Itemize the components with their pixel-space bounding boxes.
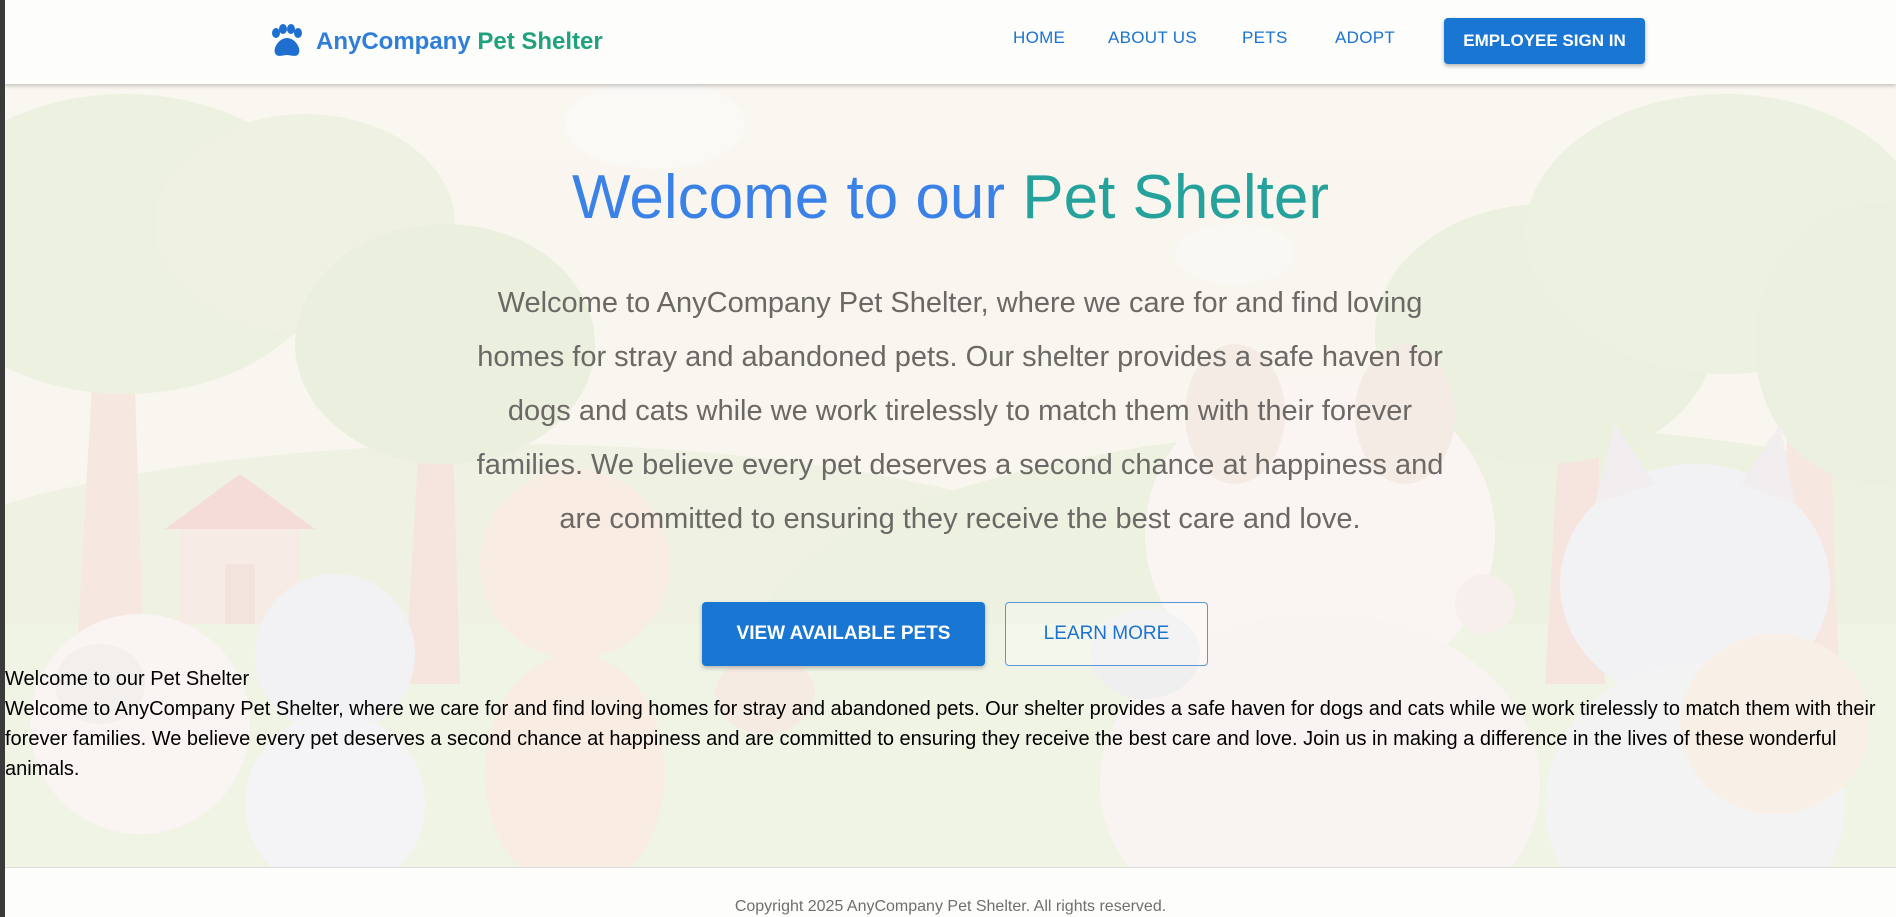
hero-title: Welcome to our Pet Shelter [5, 162, 1896, 233]
unstyled-content: Welcome to our Pet Shelter Welcome to An… [5, 664, 1890, 784]
view-available-pets-button[interactable]: VIEW AVAILABLE PETS [702, 602, 985, 666]
nav-adopt[interactable]: ADOPT [1335, 28, 1395, 48]
hero-title-part1: Welcome to our [572, 163, 1006, 232]
learn-more-button[interactable]: LEARN MORE [1005, 602, 1208, 666]
page: AnyCompany Pet Shelter HOME ABOUT US PET… [5, 0, 1896, 917]
paw-icon [272, 24, 302, 56]
brand-name-part1: AnyCompany [316, 28, 471, 55]
copyright-text: Copyright 2025 AnyCompany Pet Shelter. A… [734, 898, 1167, 915]
brand-name: AnyCompany Pet Shelter [316, 28, 603, 56]
unstyled-body: Welcome to AnyCompany Pet Shelter, where… [5, 698, 1876, 780]
hero-description: Welcome to AnyCompany Pet Shelter, where… [476, 287, 1444, 535]
site-footer: Copyright 2025 AnyCompany Pet Shelter. A… [5, 867, 1896, 917]
site-header: AnyCompany Pet Shelter HOME ABOUT US PET… [5, 0, 1896, 84]
hero-title-part2: Pet Shelter [1022, 163, 1329, 232]
nav-home[interactable]: HOME [1013, 28, 1065, 48]
nav-pets[interactable]: PETS [1242, 28, 1288, 48]
unstyled-heading: Welcome to our Pet Shelter [5, 668, 250, 690]
employee-sign-in-button[interactable]: EMPLOYEE SIGN IN [1444, 18, 1645, 64]
brand-logo[interactable]: AnyCompany Pet Shelter [268, 22, 603, 62]
nav-about-us[interactable]: ABOUT US [1108, 28, 1197, 48]
brand-name-part2: Pet Shelter [477, 28, 603, 55]
